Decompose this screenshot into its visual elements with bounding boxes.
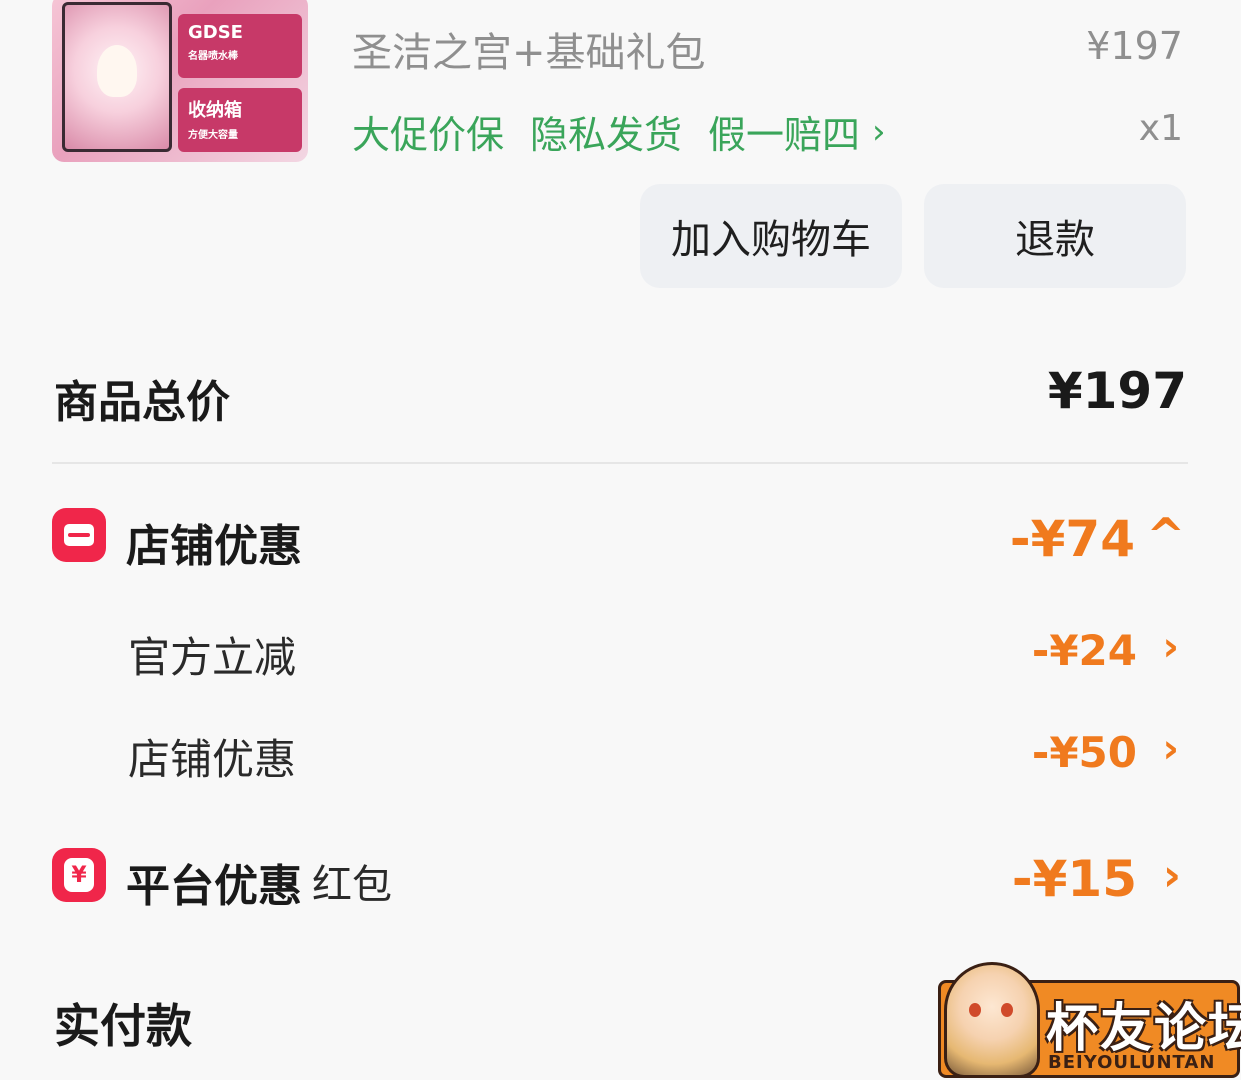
shop-icon bbox=[52, 508, 106, 562]
chevron-up-icon[interactable]: ^ bbox=[1146, 508, 1185, 562]
actual-payment-label: 实付款 bbox=[54, 999, 192, 1053]
refund-button[interactable]: 退款 bbox=[924, 184, 1186, 288]
thumb-card-2-title: 收纳箱 bbox=[188, 100, 242, 121]
yen-symbol: ¥ bbox=[64, 858, 94, 892]
product-title[interactable]: 圣洁之宫+基础礼包 bbox=[352, 20, 706, 78]
product-thumbnail[interactable]: GDSE 名器喷水棒 收纳箱 方便大容量 bbox=[52, 0, 308, 162]
thumb-card-2-subtitle: 方便大容量 bbox=[188, 130, 238, 141]
total-price-value: ¥197 bbox=[1047, 362, 1187, 420]
product-artwork bbox=[62, 2, 172, 152]
store-coupon-label[interactable]: 店铺优惠 bbox=[128, 726, 296, 787]
add-to-cart-button[interactable]: 加入购物车 bbox=[640, 184, 902, 288]
platform-discount-value[interactable]: -¥15 bbox=[1012, 850, 1137, 908]
official-discount-value[interactable]: -¥24 bbox=[1032, 626, 1137, 675]
thumb-card-1: GDSE 名器喷水棒 bbox=[178, 14, 302, 78]
chevron-right-icon[interactable]: › bbox=[1163, 726, 1179, 772]
watermark-title: 杯友论坛 bbox=[1046, 999, 1241, 1059]
divider bbox=[52, 462, 1188, 464]
red-packet-icon: ¥ bbox=[52, 848, 106, 902]
thumb-card-2: 收纳箱 方便大容量 bbox=[178, 88, 302, 152]
tag-private-shipping: 隐私发货 bbox=[530, 113, 683, 157]
watermark-subtitle: BEIYOULUNTAN bbox=[1048, 1052, 1216, 1073]
product-quantity: x1 bbox=[1138, 108, 1183, 149]
store-coupon-value[interactable]: -¥50 bbox=[1032, 728, 1137, 777]
mascot-icon bbox=[944, 962, 1040, 1078]
shop-discount-label[interactable]: 店铺优惠 bbox=[126, 510, 302, 574]
chevron-right-icon[interactable]: › bbox=[1163, 850, 1181, 901]
chevron-right-icon[interactable]: › bbox=[1163, 624, 1179, 670]
chevron-right-icon: › bbox=[872, 111, 886, 152]
shop-discount-value[interactable]: -¥74 bbox=[1010, 510, 1135, 568]
service-tags[interactable]: 大促价保 隐私发货 假一赔四 › bbox=[352, 104, 886, 159]
total-price-label: 商品总价 bbox=[54, 377, 230, 428]
platform-discount-sublabel: 红包 bbox=[312, 862, 392, 908]
thumb-card-1-title: GDSE bbox=[188, 22, 243, 43]
platform-discount-label[interactable]: 平台优惠 bbox=[126, 850, 302, 914]
tag-price-protection: 大促价保 bbox=[352, 113, 505, 157]
forum-watermark: 杯友论坛 BEIYOULUNTAN bbox=[934, 962, 1241, 1080]
official-discount-label[interactable]: 官方立减 bbox=[128, 624, 296, 685]
thumb-card-1-subtitle: 名器喷水棒 bbox=[188, 51, 238, 62]
tag-fake-compensation: 假一赔四 bbox=[708, 113, 861, 157]
product-price: ¥197 bbox=[1086, 24, 1183, 68]
